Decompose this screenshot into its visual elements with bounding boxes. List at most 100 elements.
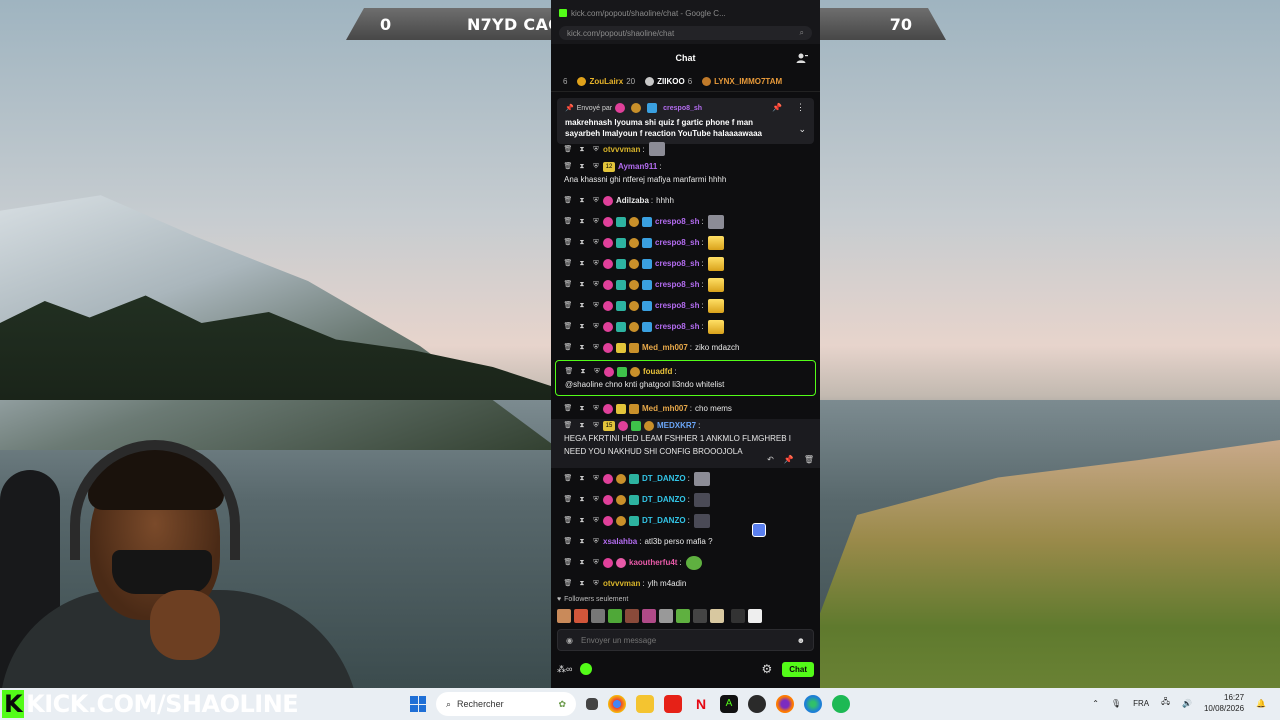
timeout-icon[interactable]: ⧗ [575, 236, 589, 249]
chat-username[interactable]: MEDXKR7 [657, 419, 696, 432]
firefox-icon[interactable] [776, 695, 794, 713]
ban-icon[interactable]: ⛨ [589, 194, 603, 207]
timeout-icon[interactable]: ⧗ [576, 365, 590, 378]
gear-icon[interactable]: ⚙ [761, 662, 772, 676]
send-chat-button[interactable]: Chat [782, 661, 814, 677]
ban-icon[interactable]: ⛨ [589, 535, 603, 548]
timeout-icon[interactable]: ⧗ [575, 299, 589, 312]
gifter-item[interactable]: LYNX_IMMO7TAM [702, 77, 782, 86]
chat-username[interactable]: DT_DANZO [642, 514, 686, 527]
reply-icon[interactable]: ↶ [767, 453, 774, 466]
timeout-icon[interactable]: ⧗ [575, 472, 589, 485]
chat-message[interactable]: 🗑 ⧗ ⛨ Med_mh007: ziko mdazch [551, 337, 820, 358]
delete-icon[interactable]: 🗑 [561, 419, 575, 432]
timeout-icon[interactable]: ⧗ [575, 514, 589, 527]
chat-input-box[interactable]: ◉ ☻ [557, 629, 814, 651]
emote-icon[interactable] [625, 609, 639, 623]
timeout-icon[interactable]: ⧗ [575, 535, 589, 548]
delete-icon[interactable]: 🗑 [562, 365, 576, 378]
ban-icon[interactable]: ⛨ [590, 365, 604, 378]
gifter-item[interactable]: ZIIKOO 6 [645, 77, 692, 86]
timeout-icon[interactable]: ⧗ [575, 493, 589, 506]
chat-username[interactable]: Adilzaba [616, 194, 649, 207]
chat-message[interactable]: 🗑 ⧗ ⛨ otvvvman: ylh m4adin [551, 573, 820, 594]
chat-message[interactable]: 🗑 ⧗ ⛨ crespo8_sh: [551, 274, 820, 295]
chat-message[interactable]: 🗑 ⧗ ⛨ crespo8_sh: [551, 253, 820, 274]
emote-icon[interactable] [748, 609, 762, 623]
notification-bell-icon[interactable]: 🔔 [1256, 699, 1266, 708]
timeout-icon[interactable]: ⧗ [575, 215, 589, 228]
ban-icon[interactable]: ⛨ [589, 257, 603, 270]
emote-icon[interactable] [642, 609, 656, 623]
chevron-down-icon[interactable]: ⌄ [798, 124, 806, 135]
delete-icon[interactable]: 🗑 [804, 453, 814, 466]
delete-icon[interactable]: 🗑 [561, 514, 575, 527]
chat-message-hovered[interactable]: 🗑 ⧗ ⛨ 15 MEDXKR7: HEGA FKRTINI HED LEAM FS… [551, 419, 820, 468]
delete-icon[interactable]: 🗑 [561, 215, 575, 228]
user-settings-icon[interactable] [796, 52, 808, 64]
chat-message[interactable]: 🗑 ⧗ ⛨ DT_DANZO: [551, 468, 820, 489]
timeout-icon[interactable]: ⧗ [575, 419, 589, 432]
chat-username[interactable]: crespo8_sh [655, 320, 699, 333]
chat-username[interactable]: Med_mh007 [642, 341, 688, 354]
unpin-icon[interactable]: 📌 [772, 103, 782, 112]
points-icon[interactable]: ⁂∞ [557, 664, 572, 675]
chat-username[interactable]: kaoutherfu4t [629, 556, 677, 569]
chat-message-mention[interactable]: 🗑 ⧗ ⛨ fouadfd: @shaoline chno knti ghatgoo… [555, 360, 816, 396]
delete-icon[interactable]: 🗑 [561, 472, 575, 485]
timeout-icon[interactable]: ⧗ [575, 341, 589, 354]
chat-username[interactable]: DT_DANZO [642, 493, 686, 506]
youtube-icon[interactable] [664, 695, 682, 713]
chat-message[interactable]: 🗑 ⧗ ⛨ crespo8_sh: [551, 211, 820, 232]
chrome-icon[interactable] [608, 695, 626, 713]
chat-message[interactable]: 🗑 ⧗ ⛨ Med_mh007: cho mems [551, 398, 820, 419]
timeout-icon[interactable]: ⧗ [575, 320, 589, 333]
chat-message-input[interactable] [580, 635, 789, 645]
chat-message[interactable]: 🗑 ⧗ ⛨ crespo8_sh: [551, 232, 820, 253]
chat-message[interactable]: 🗑 ⧗ ⛨ Adilzaba: hhhh [551, 190, 820, 211]
chat-username[interactable]: Med_mh007 [642, 402, 688, 415]
user-badge-icon[interactable]: ◉ [566, 636, 573, 645]
delete-icon[interactable]: 🗑 [561, 160, 575, 173]
delete-icon[interactable]: 🗑 [561, 341, 575, 354]
chat-username[interactable]: otvvvman [603, 577, 640, 590]
chat-username[interactable]: xsalahba [603, 535, 637, 548]
windows-start-icon[interactable] [410, 696, 426, 712]
language-indicator[interactable]: FRA [1133, 699, 1149, 708]
delete-icon[interactable]: 🗑 [561, 299, 575, 312]
ban-icon[interactable]: ⛨ [589, 514, 603, 527]
chat-username[interactable]: crespo8_sh [655, 215, 699, 228]
ban-icon[interactable]: ⛨ [589, 215, 603, 228]
chat-message[interactable]: 🗑 ⧗ ⛨ DT_DANZO: [551, 489, 820, 510]
chat-message[interactable]: 🗑 ⧗ ⛨ otvvvman: [551, 142, 820, 156]
address-bar[interactable]: kick.com/popout/shaoline/chat ⌕ [559, 26, 812, 40]
ban-icon[interactable]: ⛨ [589, 320, 603, 333]
chat-message[interactable]: 🗑 ⧗ ⛨ 12 Ayman911: Ana khassni ghi ntfer… [551, 156, 820, 190]
chat-username[interactable]: crespo8_sh [655, 278, 699, 291]
delete-icon[interactable]: 🗑 [561, 257, 575, 270]
chat-username[interactable]: otvvvman [603, 143, 640, 156]
translate-icon[interactable] [752, 523, 766, 537]
emote-icon[interactable] [676, 609, 690, 623]
netflix-icon[interactable]: N [692, 695, 710, 713]
ban-icon[interactable]: ⛨ [589, 236, 603, 249]
chevron-up-icon[interactable]: ⌃ [1092, 699, 1099, 708]
emote-icon[interactable] [659, 609, 673, 623]
delete-icon[interactable]: 🗑 [561, 535, 575, 548]
ban-icon[interactable]: ⛨ [589, 341, 603, 354]
chat-message[interactable]: 🗑 ⧗ ⛨ crespo8_sh: [551, 316, 820, 337]
timeout-icon[interactable]: ⧗ [575, 257, 589, 270]
terminal-icon[interactable]: A [720, 695, 738, 713]
ban-icon[interactable]: ⛨ [589, 556, 603, 569]
ban-icon[interactable]: ⛨ [589, 278, 603, 291]
emote-icon[interactable] [731, 609, 745, 623]
gifter-item[interactable]: ZouLairx 20 [577, 77, 635, 86]
system-clock[interactable]: 16:27 10/08/2026 [1204, 692, 1244, 714]
emote-icon[interactable] [591, 609, 605, 623]
chat-message[interactable]: 🗑 ⧗ ⛨ crespo8_sh: [551, 295, 820, 316]
ban-icon[interactable]: ⛨ [589, 493, 603, 506]
taskbar-search[interactable]: ⌕ Rechercher ✿ [436, 692, 576, 716]
emote-icon[interactable] [574, 609, 588, 623]
chat-username[interactable]: crespo8_sh [655, 299, 699, 312]
chat-message[interactable]: 🗑 ⧗ ⛨ kaoutherfu4t: [551, 552, 820, 573]
